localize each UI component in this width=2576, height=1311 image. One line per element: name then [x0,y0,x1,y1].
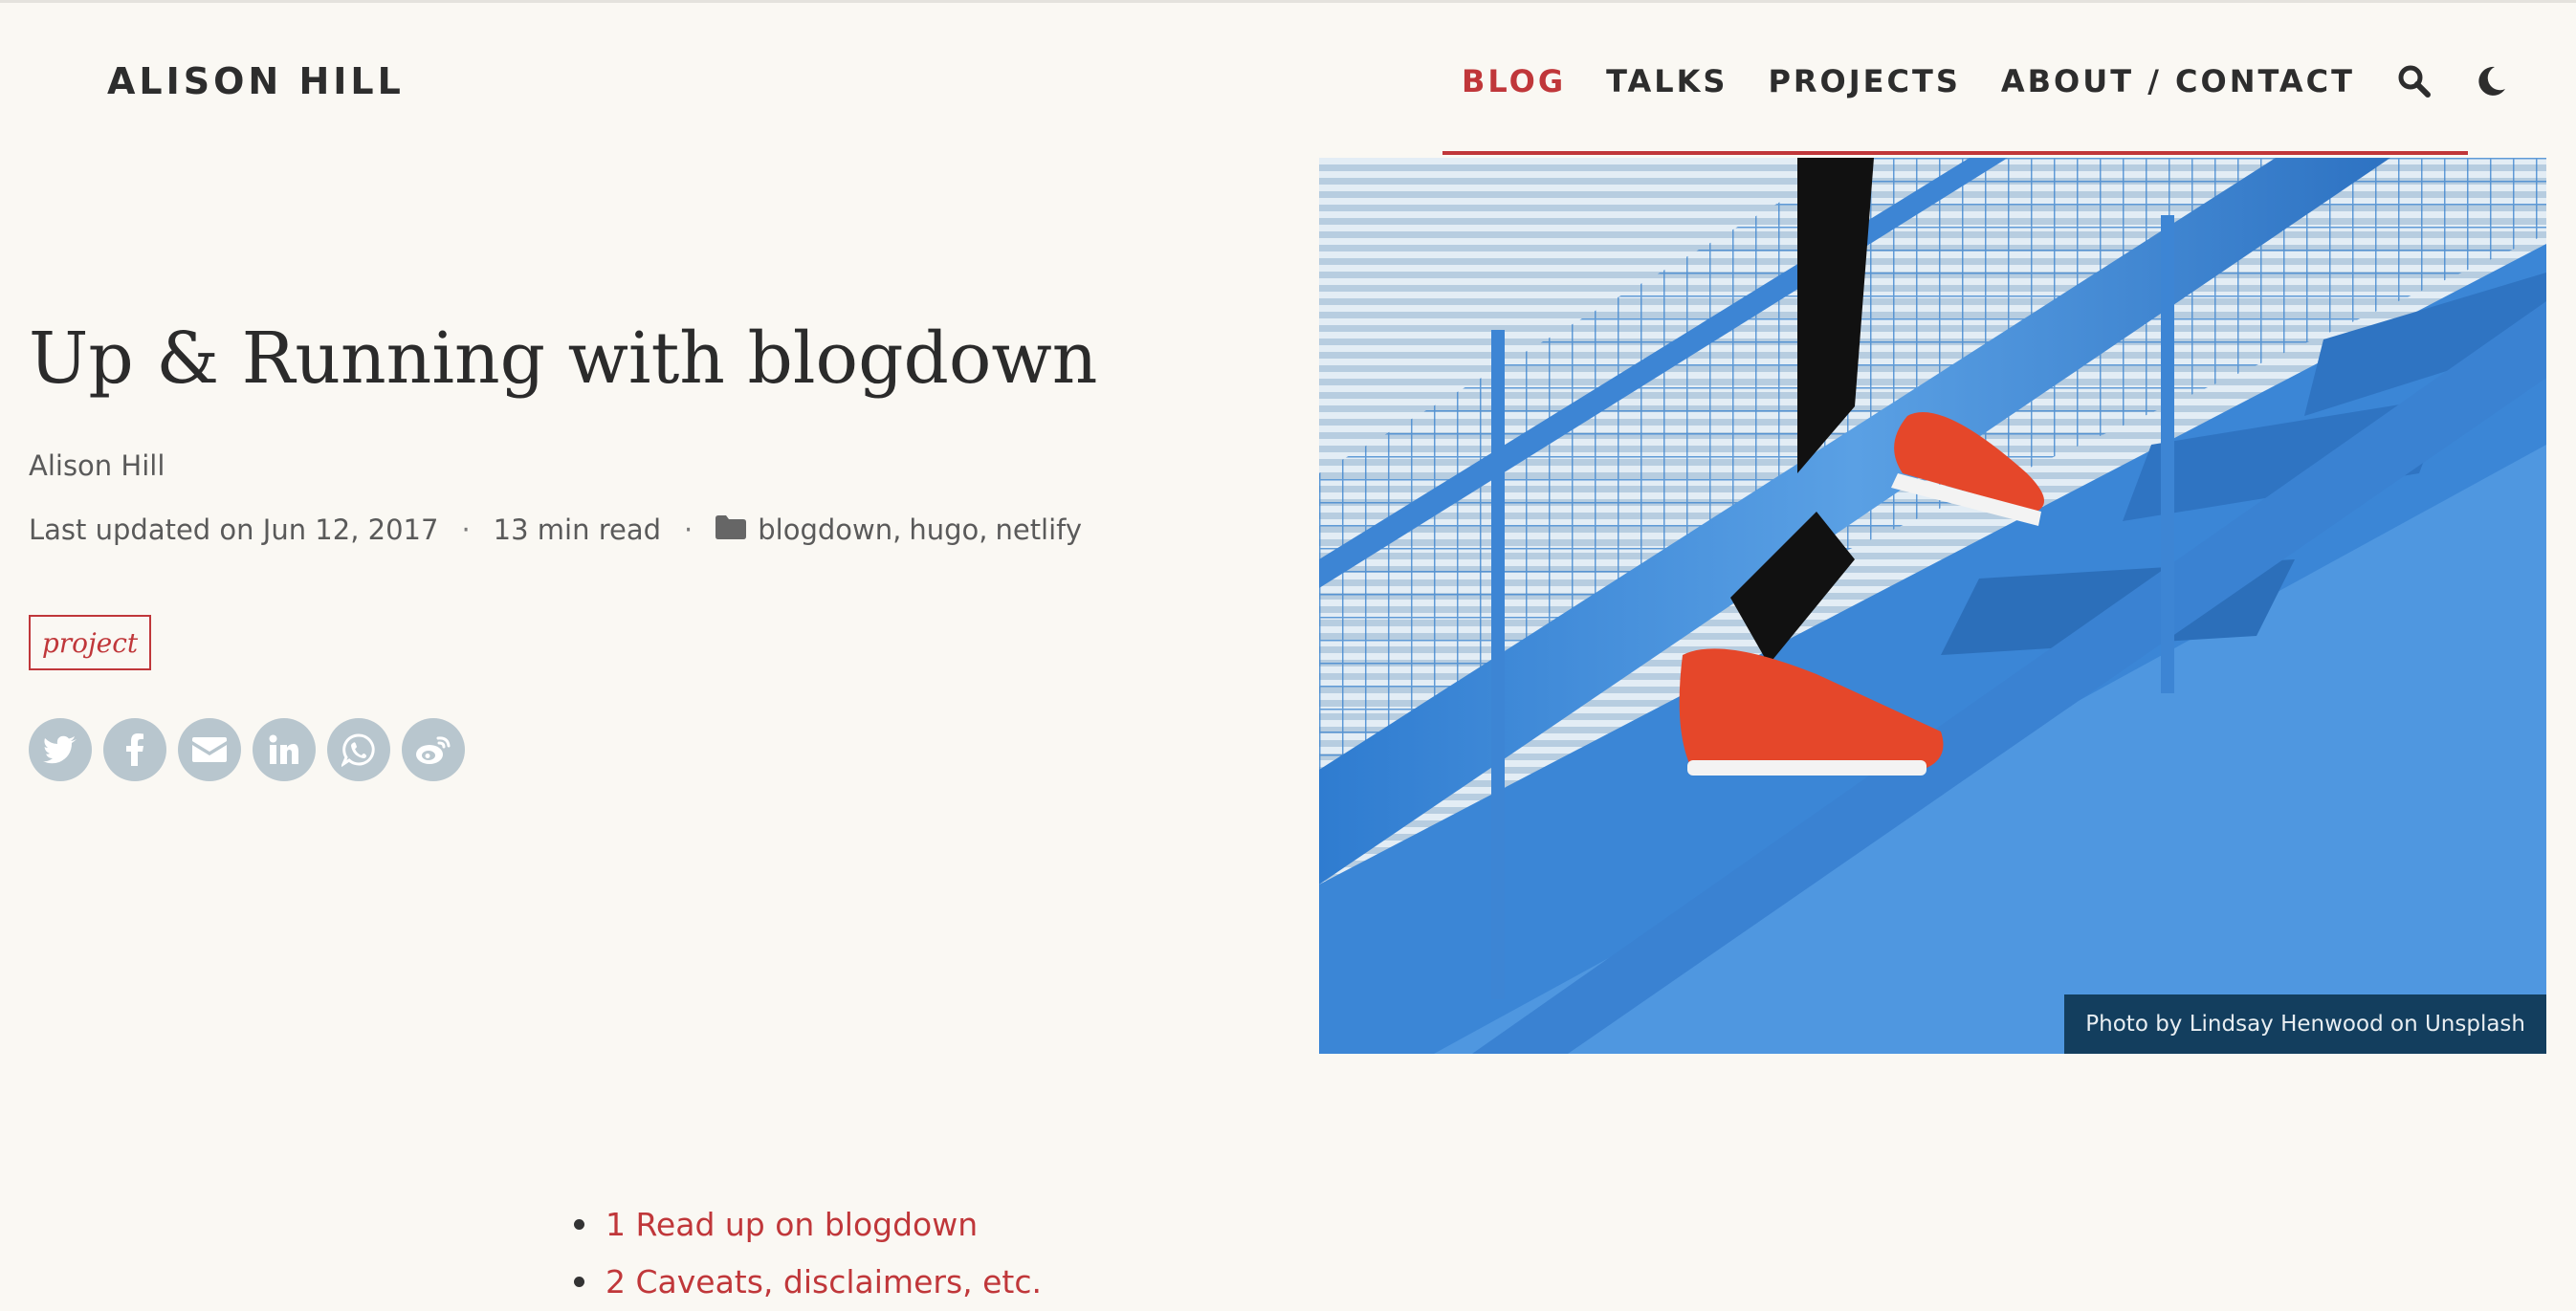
post-meta: Last updated on Jun 12, 2017 · 13 min re… [29,513,1082,546]
nav-item-talks[interactable]: TALKS [1606,63,1728,99]
linkedin-icon[interactable] [253,718,316,781]
moon-icon[interactable] [2472,62,2510,100]
table-of-contents: 1 Read up on blogdown 2 Caveats, disclai… [574,1195,1042,1310]
twitter-icon[interactable] [29,718,92,781]
tag-project[interactable]: project [29,615,151,670]
toc-link-caveats-disclaimers[interactable]: 2 Caveats, disclaimers, etc. [605,1263,1042,1300]
hero-image: Photo by Lindsay Henwood on Unsplash [1319,158,2546,1054]
main-nav: BLOG TALKS PROJECTS ABOUT / CONTACT [1462,57,2548,105]
email-icon[interactable] [178,718,241,781]
category-separator: , [979,513,988,546]
site-title[interactable]: ALISON HILL [107,60,405,102]
share-buttons [29,718,476,781]
toc-link-read-up-on-blogdown[interactable]: 1 Read up on blogdown [605,1206,978,1243]
author-name: Alison Hill [29,449,165,482]
list-bullet [574,1276,584,1287]
toc-item: 2 Caveats, disclaimers, etc. [574,1253,1042,1310]
page-title: Up & Running with blogdown [29,317,1098,400]
last-updated: Last updated on Jun 12, 2017 [29,513,439,546]
category-link-hugo[interactable]: hugo [909,513,979,546]
read-time: 13 min read [493,513,662,546]
top-rule [0,0,2576,3]
category-link-blogdown[interactable]: blogdown [758,513,892,546]
search-icon[interactable] [2395,62,2433,100]
hero-caption: Photo by Lindsay Henwood on Unsplash [2064,994,2546,1054]
meta-separator: · [684,513,694,546]
nav-item-projects[interactable]: PROJECTS [1768,63,1960,99]
nav-item-about-contact[interactable]: ABOUT / CONTACT [2001,63,2355,99]
meta-separator: · [461,513,471,546]
stairs-photo [1319,158,2546,1054]
folder-icon [716,513,747,546]
list-bullet [574,1218,584,1230]
nav-active-underline [1442,151,2468,155]
category-link-netlify[interactable]: netlify [995,513,1082,546]
nav-item-blog[interactable]: BLOG [1462,63,1566,99]
whatsapp-icon[interactable] [327,718,390,781]
category-separator: , [892,513,902,546]
facebook-icon[interactable] [103,718,166,781]
weibo-icon[interactable] [402,718,465,781]
toc-item: 1 Read up on blogdown [574,1195,1042,1253]
